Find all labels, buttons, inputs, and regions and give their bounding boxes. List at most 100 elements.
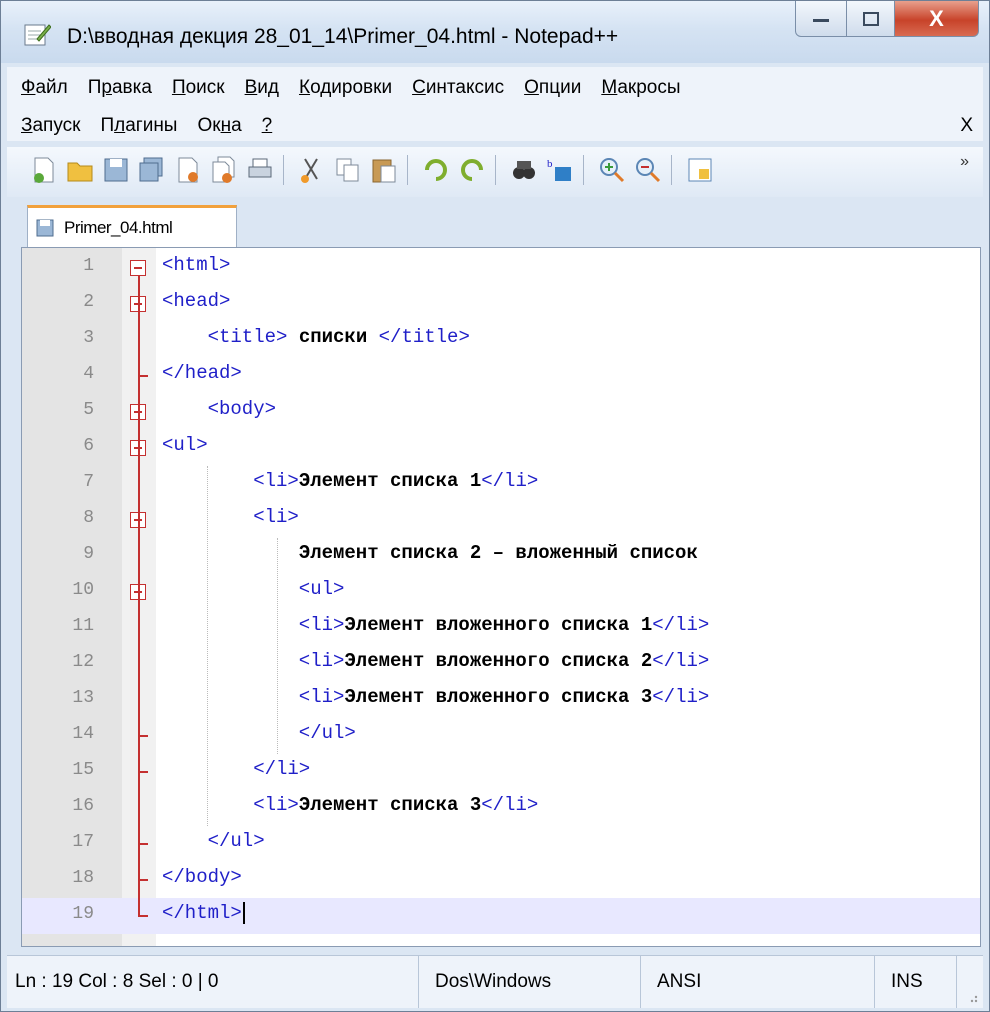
sync-scroll-icon[interactable] [685, 155, 715, 185]
code-line[interactable]: 9 Элемент списка 2 – вложенный список [22, 538, 980, 574]
close-window-button[interactable]: X [895, 1, 979, 37]
menu-help[interactable]: ? [262, 115, 273, 137]
tab-primer-04[interactable]: Primer_04.html [27, 205, 237, 247]
toolbar: b » [7, 147, 983, 197]
fold-toggle[interactable] [130, 260, 146, 276]
status-insert-mode: INS [875, 956, 957, 1008]
code-line[interactable]: 6 <ul> [22, 430, 980, 466]
fold-end-marker [138, 375, 148, 377]
open-file-icon[interactable] [65, 155, 95, 185]
code-line[interactable]: 19 </html> [22, 898, 980, 934]
code-line[interactable]: 4 </head> [22, 358, 980, 394]
code-text: <li>Элемент вложенного списка 2</li> [298, 650, 710, 672]
code-text: <li>Элемент вложенного списка 1</li> [298, 614, 710, 636]
replace-icon[interactable]: b [545, 155, 575, 185]
line-number: 9 [83, 544, 94, 564]
menu-plugins[interactable]: Плагины [100, 115, 177, 137]
paste-icon[interactable] [369, 155, 399, 185]
code-text: <head> [162, 290, 231, 312]
menu-syntax[interactable]: Синтаксис [412, 77, 504, 99]
zoom-in-icon[interactable] [597, 155, 627, 185]
line-number: 1 [83, 256, 94, 276]
resize-grip-icon[interactable] [965, 990, 979, 1004]
menu-file[interactable]: Файл [21, 77, 68, 99]
menu-options[interactable]: Опции [524, 77, 581, 99]
toolbar-separator [671, 155, 672, 185]
line-number: 3 [83, 328, 94, 348]
toolbar-separator [283, 155, 284, 185]
code-line[interactable]: 17 </ul> [22, 826, 980, 862]
line-number: 11 [72, 616, 94, 636]
code-text: <li>Элемент вложенного списка 3</li> [298, 686, 710, 708]
code-line[interactable]: 8 <li> [22, 502, 980, 538]
line-number: 15 [72, 760, 94, 780]
code-line[interactable]: 7 <li>Элемент списка 1</li> [22, 466, 980, 502]
code-line[interactable]: 3 <title> списки </title> [22, 322, 980, 358]
line-number: 14 [72, 724, 94, 744]
line-number: 17 [72, 832, 94, 852]
code-text: </head> [162, 362, 242, 384]
code-line[interactable]: 13 <li>Элемент вложенного списка 3</li> [22, 682, 980, 718]
code-text: <title> списки </title> [207, 326, 470, 348]
code-line[interactable]: 12 <li>Элемент вложенного списка 2</li> [22, 646, 980, 682]
new-file-icon[interactable] [29, 155, 59, 185]
code-line[interactable]: 14 </ul> [22, 718, 980, 754]
maximize-icon [862, 11, 879, 26]
line-number: 13 [72, 688, 94, 708]
status-eol: Dos\Windows [419, 956, 641, 1008]
menu-macros[interactable]: Макросы [601, 77, 680, 99]
line-number: 19 [72, 904, 94, 924]
code-line[interactable]: 5 <body> [22, 394, 980, 430]
fold-end-marker [138, 879, 148, 881]
cut-icon[interactable] [297, 155, 327, 185]
code-text: </body> [162, 866, 242, 888]
close-file-icon[interactable] [173, 155, 203, 185]
print-icon[interactable] [245, 155, 275, 185]
code-text: <body> [207, 398, 277, 420]
notepadpp-window: D:\вводная декция 28_01_14\Primer_04.htm… [0, 0, 990, 1012]
menu-encoding[interactable]: Кодировки [299, 77, 392, 99]
copy-icon[interactable] [333, 155, 363, 185]
maximize-button[interactable] [847, 1, 895, 37]
menu-edit[interactable]: Правка [88, 77, 152, 99]
tab-bar: Primer_04.html [7, 201, 983, 247]
code-line[interactable]: 16 <li>Элемент списка 3</li> [22, 790, 980, 826]
svg-text:b: b [547, 158, 553, 170]
line-number: 2 [83, 292, 94, 312]
code-editor[interactable]: 1 <html> 2 <head> 3 <title> списки </title> 4 <… [21, 247, 981, 947]
toolbar-separator [495, 155, 496, 185]
menu-view[interactable]: Вид [245, 77, 279, 99]
toolbar-separator [407, 155, 408, 185]
menu-run[interactable]: Запуск [21, 115, 80, 137]
close-all-icon[interactable] [209, 155, 239, 185]
code-line[interactable]: 2 <head> [22, 286, 980, 322]
line-number: 10 [72, 580, 94, 600]
redo-icon[interactable] [457, 155, 487, 185]
menu-search[interactable]: Поиск [172, 77, 225, 99]
line-number: 5 [83, 400, 94, 420]
toolbar-overflow-chevron-icon[interactable]: » [960, 153, 969, 171]
save-icon[interactable] [101, 155, 131, 185]
status-encoding: ANSI [641, 956, 875, 1008]
find-icon[interactable] [509, 155, 539, 185]
text-caret [242, 902, 245, 924]
close-document-button[interactable]: X [960, 115, 973, 137]
minimize-icon [813, 18, 829, 22]
undo-icon[interactable] [421, 155, 451, 185]
code-line[interactable]: 18 </body> [22, 862, 980, 898]
fold-end-marker [138, 735, 148, 737]
code-text: <html> [162, 254, 231, 276]
code-line[interactable]: 1 <html> [22, 250, 980, 286]
minimize-button[interactable] [795, 1, 847, 37]
code-text: <ul> [162, 434, 208, 456]
tab-label: Primer_04.html [64, 217, 173, 237]
menu-windows[interactable]: Окна [197, 115, 241, 137]
fold-end-marker [138, 915, 148, 917]
save-all-icon[interactable] [137, 155, 167, 185]
title-bar[interactable]: D:\вводная декция 28_01_14\Primer_04.htm… [1, 1, 989, 63]
fold-end-marker [138, 843, 148, 845]
code-line[interactable]: 10 <ul> [22, 574, 980, 610]
code-line[interactable]: 11 <li>Элемент вложенного списка 1</li> [22, 610, 980, 646]
code-line[interactable]: 15 </li> [22, 754, 980, 790]
zoom-out-icon[interactable] [633, 155, 663, 185]
